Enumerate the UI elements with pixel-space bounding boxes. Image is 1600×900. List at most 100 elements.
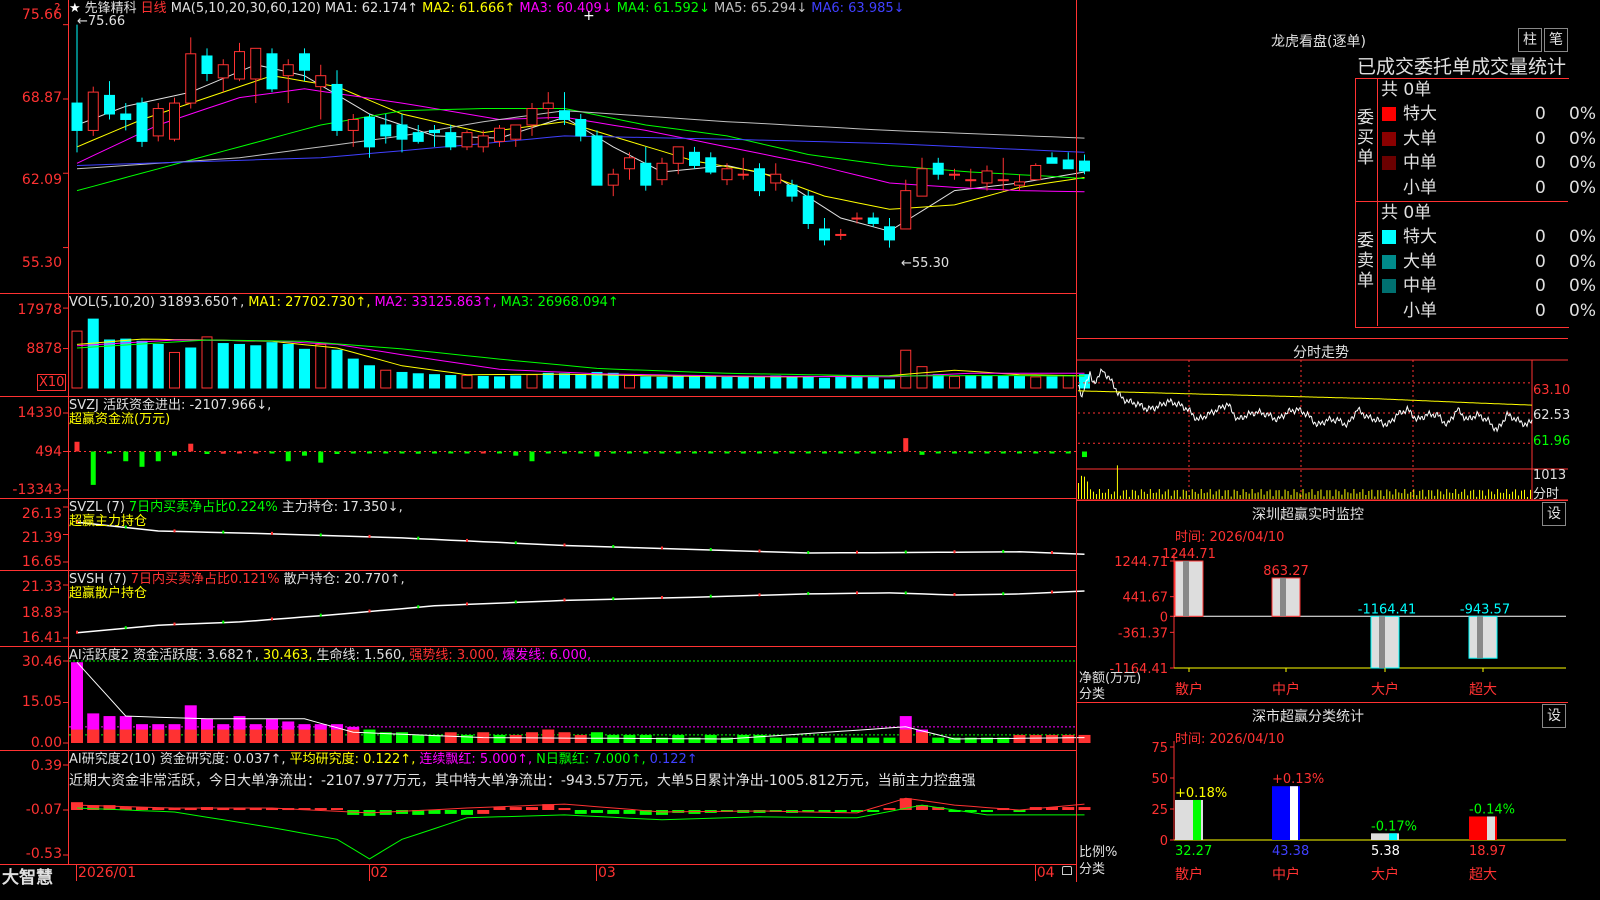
holding-dot — [953, 593, 956, 597]
bar-mode-button[interactable]: 柱 — [1518, 28, 1542, 52]
intraday-volume-bar — [1263, 494, 1265, 499]
holding-dot — [514, 600, 517, 604]
monitor-tick: 441.67 — [1123, 591, 1169, 606]
candle — [234, 51, 245, 80]
intraday-volume-bar — [1527, 496, 1529, 499]
flow-bar — [480, 451, 486, 454]
intraday-volume-bar — [1272, 496, 1274, 499]
base-bar — [347, 729, 360, 743]
candle — [835, 233, 847, 236]
holding-dot — [612, 597, 615, 601]
tick-mode-button[interactable]: 笔 — [1544, 28, 1568, 52]
order-row[interactable]: 中单 0 0% — [1381, 151, 1596, 175]
brand-logo[interactable]: 大智慧 — [2, 863, 53, 888]
candle — [900, 190, 912, 230]
candle — [981, 170, 993, 184]
svzl-subtitle: 超赢主力持仓 — [69, 514, 148, 529]
flow-bar — [643, 451, 649, 454]
intraday-volume-bar — [1113, 491, 1115, 499]
order-row[interactable]: 中单 0 0% — [1381, 274, 1596, 298]
svzj-panel[interactable]: 14330 494 -13343 SVZJ 活跃资金进出: -2107.966↓… — [0, 397, 1087, 499]
intraday-volume-bar — [1293, 489, 1295, 499]
ai-research-panel[interactable]: 0.39 -0.07 -0.53 AI研究度2(10) 资金研究度: 0.037… — [0, 751, 1091, 864]
svzl-panel[interactable]: 26.13 21.39 16.65 SVZL (7) 7日内买卖净占比0.224%… — [0, 499, 1085, 571]
base-bar — [103, 729, 116, 743]
volume-bar — [347, 358, 359, 389]
candle — [217, 64, 229, 79]
intraday-volume-bar — [1161, 494, 1163, 499]
intraday-volume-bar — [1329, 490, 1331, 499]
order-row[interactable]: 特大 0 0% — [1381, 102, 1596, 126]
longhu-panel[interactable]: 龙虎看盘(逐单) 柱 笔 已成交委托单成交量统计 委买单 委卖单 共 0单 特大… — [1077, 0, 1596, 338]
base-bar — [591, 732, 603, 743]
intraday-panel[interactable]: 分时走势 63.10 62.53 61.96 1013 分时 — [1077, 338, 1570, 502]
ai-active-panel[interactable]: 30.46 15.05 0.00 AI活跃度2 资金活跃度: 3.682↑, 30… — [0, 647, 1091, 751]
intraday-volume-bar — [1224, 490, 1226, 499]
volume-bar — [266, 342, 278, 389]
ai-research-comment: 近期大资金非常活跃，今日大单净流出：-2107.977万元，其中特大单净流出：-… — [69, 773, 976, 789]
intraday-volume-bar — [1413, 489, 1415, 499]
volume-bar — [656, 376, 668, 389]
volume-bar — [542, 372, 554, 389]
candle — [266, 53, 278, 90]
sz-monitor-panel[interactable]: 深圳超赢实时监控 设 时间: 2026/04/10 1244.71 441.67 0… — [1077, 500, 1568, 703]
indicator-value: 散户持仓: 20.770↑, — [283, 572, 405, 587]
intraday-volume-bar — [1521, 490, 1523, 499]
intraday-volume-bar — [1218, 489, 1220, 499]
candle — [185, 53, 197, 104]
candle — [689, 151, 700, 166]
order-row[interactable]: 大单 0 0% — [1381, 127, 1596, 151]
volume-bar — [396, 371, 408, 389]
base-bar — [883, 737, 896, 743]
base-bar — [136, 729, 148, 743]
volume-bar — [672, 376, 684, 389]
ma-line-ma2 — [76, 75, 1085, 210]
period-label[interactable]: 日线 — [141, 1, 167, 16]
sell-total: 共 0单 — [1381, 203, 1432, 223]
candlestick-chart[interactable] — [0, 0, 1090, 294]
sz-class-chart[interactable]: 75 50 25 0 +0.18% 32.27 +0.13% 43.38 -0.17% 5.38 -… — [1077, 703, 1568, 883]
order-row[interactable]: 大单 0 0% — [1381, 250, 1596, 274]
volume-bar — [412, 373, 424, 389]
intraday-volume-bar — [1137, 495, 1139, 499]
flow-bar — [1033, 451, 1039, 454]
volume-bar — [1062, 375, 1074, 389]
order-swatch — [1382, 107, 1396, 121]
flow-bar — [155, 451, 161, 462]
volume-bar — [802, 376, 814, 389]
intraday-volume-bar — [1467, 495, 1469, 499]
intraday-volume-bar — [1149, 489, 1151, 499]
volume-panel[interactable]: 17978 8878 X10 VOL(5,10,20) 31893.650↑, MA… — [0, 294, 1090, 397]
volume-bar — [461, 375, 473, 389]
intraday-volume-bar — [1173, 490, 1175, 499]
order-count: 0 — [1535, 276, 1546, 296]
date-label: 03 — [598, 865, 616, 881]
question-icon[interactable]: ? — [54, 1, 60, 15]
order-row[interactable]: 小单 0 0% — [1381, 299, 1596, 323]
intraday-volume-bar — [1119, 495, 1121, 499]
holding-dot — [271, 531, 273, 535]
volume-bar — [1030, 376, 1042, 389]
main-kline-panel[interactable]: 75.66 68.87 62.09 55.30 ★ 先锋精科 日线 MA(5,10,2… — [0, 0, 1090, 294]
intraday-chart[interactable] — [1077, 339, 1568, 501]
intraday-volume-bar — [1380, 490, 1382, 499]
order-row[interactable]: 小单 0 0% — [1381, 176, 1596, 200]
order-row[interactable]: 特大 0 0% — [1381, 225, 1596, 249]
svsh-panel[interactable]: 21.33 18.83 16.41 SVSH (7) 7日内买卖净占比0.121%… — [0, 571, 1085, 647]
sz-class-category-label: 分类 — [1079, 862, 1106, 877]
svzj-subtitle: 超赢资金流(万元) — [69, 412, 171, 427]
class-tick: 0 — [1160, 834, 1168, 849]
intraday-volume-bar — [1446, 489, 1448, 499]
sz-class-panel[interactable]: 深市超赢分类统计 设 时间: 2026/04/10 75 50 25 0 +0.18% 3… — [1077, 702, 1568, 883]
research-bar — [526, 807, 538, 810]
monitor-category: 大户 — [1371, 681, 1399, 698]
sz-monitor-chart[interactable]: 1244.71 441.67 0-361.37 -1164.41 1244.71 863.… — [1077, 501, 1568, 703]
intraday-volume-bar — [1371, 489, 1373, 499]
order-stats-tabs[interactable]: 已成交委托单成交量统计 — [1357, 52, 1566, 79]
intraday-volume-bar — [1185, 490, 1187, 499]
intraday-volume-bar — [1437, 489, 1439, 499]
lock-icon[interactable] — [1062, 866, 1072, 875]
order-swatch — [1382, 131, 1396, 146]
intraday-volume-bar — [1488, 489, 1490, 499]
candle — [705, 157, 717, 173]
